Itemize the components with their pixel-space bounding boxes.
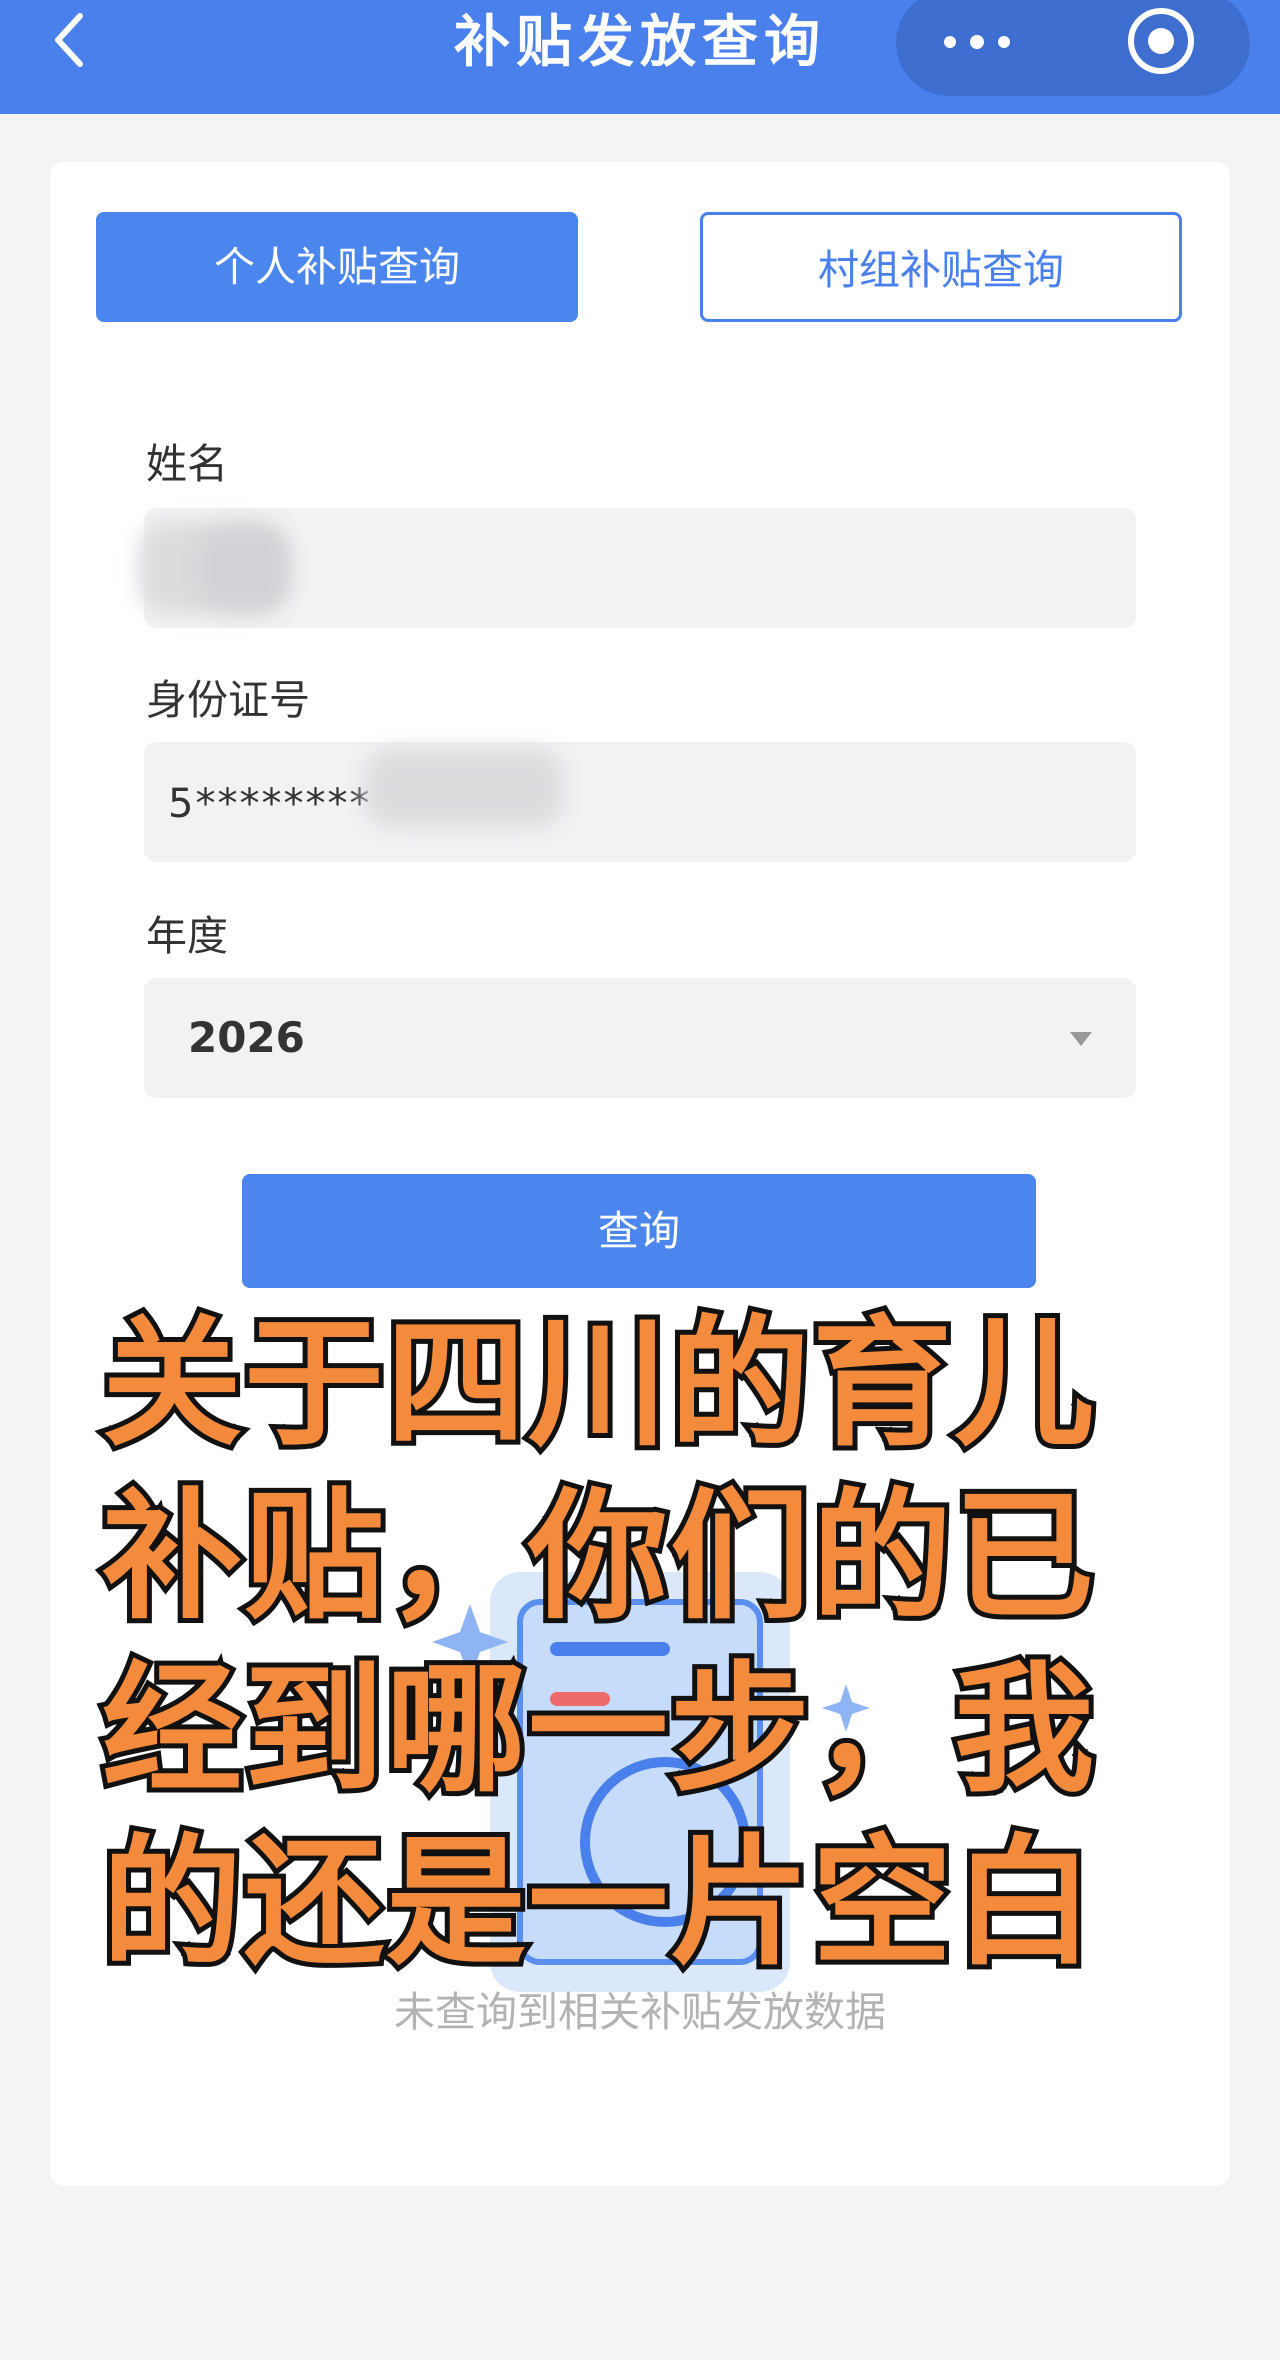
target-close-icon-core bbox=[1148, 28, 1174, 54]
overlay-caption-line: 经到哪一步，我 bbox=[97, 1644, 1099, 1817]
empty-result-text: 未查询到相关补贴发放数据 bbox=[394, 1988, 886, 2036]
redacted-id-blur bbox=[364, 748, 564, 828]
more-dots-icon bbox=[944, 36, 956, 48]
year-select[interactable]: 2026 bbox=[144, 978, 1136, 1098]
year-selected-value: 2026 bbox=[188, 1013, 305, 1062]
close-button[interactable] bbox=[1128, 8, 1194, 74]
more-button[interactable] bbox=[936, 16, 1026, 66]
more-dots-icon bbox=[970, 35, 984, 49]
year-label: 年度 bbox=[146, 912, 228, 960]
overlay-caption-line: 补贴，你们的已 bbox=[97, 1471, 1099, 1644]
overlay-caption-line: 的还是一片空白 bbox=[97, 1817, 1099, 1990]
redacted-name-blur bbox=[198, 528, 288, 608]
more-dots-icon bbox=[998, 36, 1010, 48]
id-number-value: 5******** bbox=[168, 781, 372, 827]
query-button[interactable]: 查询 bbox=[242, 1174, 1036, 1288]
id-number-field[interactable]: 5******** bbox=[144, 742, 1136, 862]
name-label: 姓名 bbox=[146, 440, 228, 488]
dropdown-caret-icon bbox=[1070, 1032, 1092, 1046]
overlay-caption: 关于四川的育儿 补贴，你们的已 经到哪一步，我 的还是一片空白 bbox=[97, 1298, 1262, 1990]
mini-program-capsule bbox=[896, 0, 1250, 96]
tab-personal-subsidy[interactable]: 个人补贴查询 bbox=[96, 212, 578, 322]
tab-village-subsidy[interactable]: 村组补贴查询 bbox=[700, 212, 1182, 322]
name-field[interactable] bbox=[138, 508, 1136, 628]
top-nav-bar: 补贴发放查询 bbox=[0, 0, 1280, 114]
id-number-label: 身份证号 bbox=[146, 676, 310, 724]
overlay-caption-line: 关于四川的育儿 bbox=[97, 1298, 1099, 1471]
